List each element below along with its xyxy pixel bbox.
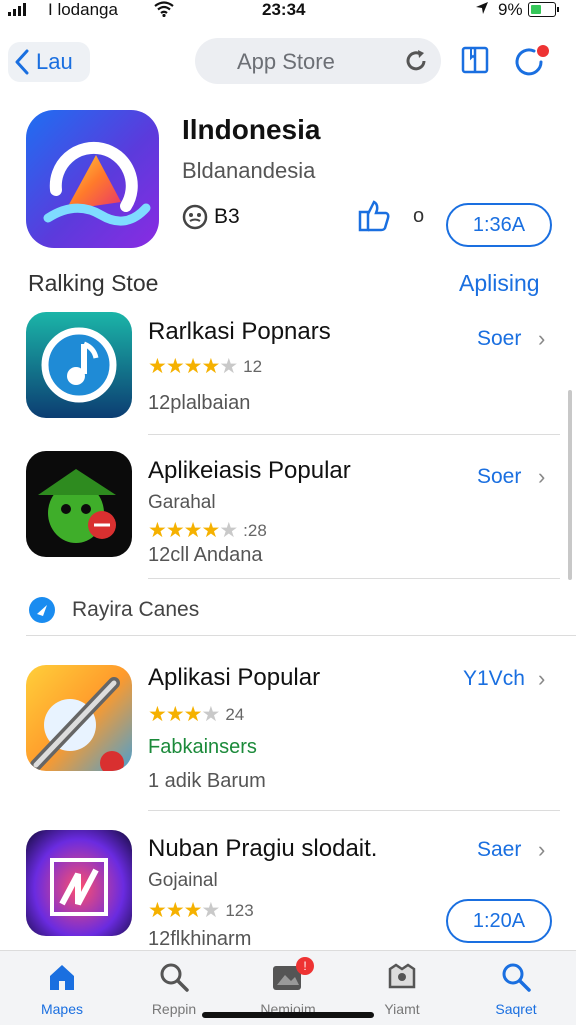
clock: 23:34 [262,0,306,19]
battery-percent: 9% [498,0,523,19]
chevron-left-icon [15,49,29,75]
carrier-name: I lodanga [48,0,118,19]
row-divider [148,810,560,811]
play-circle-icon [29,597,55,623]
featured-app-subtitle: Bldanandesia [182,158,316,183]
tab-label: Saqret [495,1001,537,1017]
wifi-icon [154,1,174,22]
share-icon[interactable] [356,200,392,237]
reload-icon[interactable] [403,48,429,79]
featured-app-title: Ilndonesia [182,114,321,145]
battery-icon [528,2,559,17]
app-developer: Fabkainsers [148,736,257,758]
tab-home[interactable]: Mapes [12,951,112,1025]
face-icon [182,204,208,230]
rating-count: 123 [225,900,254,920]
app-title[interactable]: Aplikasi Popular [148,664,320,692]
chevron-right-icon[interactable]: › [538,837,545,863]
app-meta: 12flkhinarm [148,928,252,950]
chevron-right-icon[interactable]: › [538,464,545,490]
rating-count: 12 [243,356,263,376]
star-rating: ★★★★ ★:28 [148,519,267,542]
tab-search-alt[interactable]: Saqret [466,951,566,1025]
featured-rating-value: B3 [214,205,240,228]
rating-count: 24 [225,704,245,724]
star-rating: ★★★ ★ 123 [148,899,254,922]
app-title[interactable]: Rarlkasi Popnars [148,318,331,346]
status-bar: I lodanga 23:34 9% [0,0,576,22]
star-rating: ★★★ ★ 24 [148,703,245,726]
search-icon [500,961,532,998]
app-title[interactable]: Nuban Pragiu slodait. [148,835,377,863]
app-icon-music[interactable] [26,312,132,418]
get-button[interactable]: 1:20A [446,899,552,943]
notification-badge: ! [296,957,314,975]
search-field[interactable]: App Store [195,38,441,84]
section-see-all-link[interactable]: Aplising [459,270,540,297]
search-label: App Store [237,49,335,74]
row-divider [148,578,560,579]
row-divider [148,434,560,435]
app-icon-tools[interactable] [26,665,132,771]
location-icon [474,0,490,21]
chevron-right-icon[interactable]: › [538,666,545,692]
back-button[interactable]: Lau [8,42,90,82]
home-indicator[interactable] [202,1012,374,1018]
navigation-bar: Lau App Store [0,36,576,86]
badge-icon [386,961,418,998]
promo-row[interactable]: Rayira Canes [28,596,199,624]
search-icon [158,961,190,998]
star-rating: ★★★★ ★ 12 [148,355,263,378]
app-icon-video[interactable] [26,830,132,936]
notification-icon[interactable] [514,42,550,83]
rating-count: :28 [243,520,267,540]
app-meta: 12cll Andana [148,544,263,566]
chevron-right-icon[interactable]: › [538,326,545,352]
app-action-link[interactable]: Soer [477,465,521,489]
app-action-link[interactable]: Saer [477,838,521,862]
app-action-link[interactable]: Soer [477,327,521,351]
featured-get-button[interactable]: 1:36A [446,203,552,247]
tab-label: Mapes [40,1001,84,1017]
app-meta: 12plalbaian [148,392,251,414]
book-icon[interactable] [460,44,490,81]
back-label: Lau [36,49,73,74]
scrollbar[interactable] [568,390,572,580]
app-meta: 1 adik Barum [148,770,266,792]
app-category: Garahal [148,492,216,513]
section-divider [26,635,576,636]
featured-app-rating: B3 [182,204,240,230]
app-category: Gojainal [148,870,218,891]
promo-label: Rayira Canes [72,598,200,621]
featured-indicator: o [413,205,425,227]
app-icon-game[interactable] [26,451,132,557]
featured-app-icon[interactable] [26,110,159,248]
home-icon [46,961,78,998]
section-title: Ralking Stoe [28,270,159,296]
app-action-link[interactable]: Y1Vch [463,667,525,691]
signal-icon [8,3,26,16]
app-title[interactable]: Aplikeiasis Popular [148,457,351,485]
